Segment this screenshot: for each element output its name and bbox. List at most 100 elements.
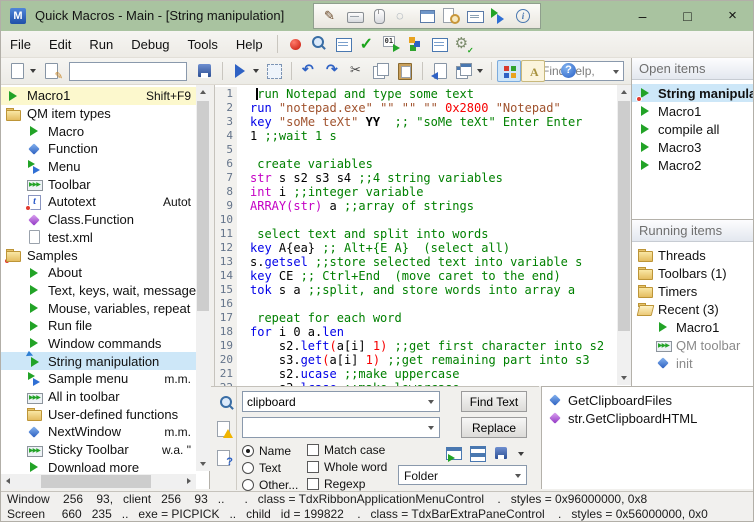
info-icon[interactable]: [511, 6, 535, 26]
properties-button[interactable]: [39, 60, 63, 82]
tree-item[interactable]: All in toolbar: [1, 388, 196, 406]
tree-item[interactable]: About: [1, 264, 196, 282]
scroll-up-icon[interactable]: [196, 85, 210, 99]
replace-button[interactable]: Replace: [461, 417, 527, 438]
radio-text[interactable]: Text: [242, 460, 281, 475]
options-icon[interactable]: [451, 33, 475, 55]
running-item[interactable]: Timers: [632, 282, 701, 300]
check-syntax-icon[interactable]: [355, 33, 379, 55]
menu-tools[interactable]: Tools: [179, 33, 227, 56]
scroll-down-icon[interactable]: [617, 371, 631, 385]
search-combo[interactable]: [242, 391, 440, 412]
folder-combo[interactable]: Folder: [398, 465, 527, 485]
dialogs-icon[interactable]: [331, 33, 355, 55]
toggle-icons-button[interactable]: [497, 60, 521, 82]
search-icon[interactable]: [215, 393, 233, 411]
windows-dropdown-icon[interactable]: [476, 60, 486, 82]
more-options-dropdown-icon[interactable]: [517, 443, 527, 465]
editor-line[interactable]: 7str s s2 s3 s4 ;;4 string variables: [215, 171, 615, 185]
output-icon[interactable]: [463, 6, 487, 26]
tree-item[interactable]: QM item types: [1, 105, 196, 123]
editor-vscroll-thumb[interactable]: [618, 101, 630, 331]
result-item[interactable]: GetClipboardFiles: [542, 391, 676, 409]
scroll-down-icon[interactable]: [196, 457, 210, 471]
editor-line[interactable]: 9ARRAY(str) a ;;array of strings: [215, 199, 615, 213]
editor-line[interactable]: 5: [215, 143, 615, 157]
tree-item[interactable]: Function: [1, 140, 196, 158]
split-results-icon[interactable]: [468, 445, 489, 462]
scroll-up-icon[interactable]: [617, 85, 631, 99]
tree-item[interactable]: Macro1Shift+F9: [1, 87, 196, 105]
open-in-window-icon[interactable]: [444, 445, 465, 462]
busy-icon[interactable]: [391, 6, 415, 26]
debug-icon[interactable]: [379, 33, 403, 55]
editor-line[interactable]: 8int i ;;integer variable: [215, 185, 615, 199]
running-item[interactable]: Toolbars (1): [632, 264, 731, 282]
tree-item[interactable]: Menu: [1, 158, 196, 176]
tree-item[interactable]: Download more: [1, 458, 196, 474]
result-item[interactable]: str.GetClipboardHTML: [542, 409, 701, 427]
cut-button[interactable]: [345, 60, 369, 82]
editor-line[interactable]: 15tok s a ;;split, and store words into …: [215, 283, 615, 297]
mouse-icon[interactable]: [367, 6, 391, 26]
editor-line[interactable]: 11 select text and split into words: [215, 227, 615, 241]
open-item[interactable]: Macro3: [632, 138, 705, 156]
new-file-button[interactable]: [5, 60, 29, 82]
titlebar[interactable]: M Quick Macros - Main - [String manipula…: [1, 1, 754, 31]
save-search-icon[interactable]: [492, 445, 513, 462]
scroll-left-icon[interactable]: [1, 474, 15, 488]
find-help-combo[interactable]: Find help,: [536, 61, 624, 81]
save-button[interactable]: [193, 60, 217, 82]
tree-item[interactable]: Samples: [1, 246, 196, 264]
scroll-right-icon[interactable]: [182, 474, 196, 488]
editor-line[interactable]: 20 s3.get(a[i] 1) ;;get remaining part i…: [215, 353, 615, 367]
find-errors-icon[interactable]: [215, 420, 233, 438]
tree-item[interactable]: Sample menum.m.: [1, 370, 196, 388]
editor-line[interactable]: 21 s2.ucase ;;make uppercase: [215, 367, 615, 381]
help-button[interactable]: [556, 60, 580, 82]
undo-button[interactable]: [297, 60, 321, 82]
running-item[interactable]: init: [650, 354, 697, 372]
tree-item[interactable]: Macro: [1, 122, 196, 140]
tree-item[interactable]: Toolbar: [1, 175, 196, 193]
code-editor[interactable]: 1 run Notepad and type some text2run "no…: [214, 85, 631, 386]
editor-line[interactable]: 1 run Notepad and type some text: [215, 87, 615, 101]
open-item[interactable]: Macro2: [632, 156, 705, 174]
icons-icon[interactable]: [403, 33, 427, 55]
run-button[interactable]: [228, 60, 252, 82]
editor-line[interactable]: 3key "soMe teXt" YY ;; "soMe teXt" Enter…: [215, 115, 615, 129]
new-file-dropdown-icon[interactable]: [29, 60, 39, 82]
running-item[interactable]: Recent (3): [632, 300, 723, 318]
checkbox-wholeword[interactable]: Whole word: [307, 459, 387, 474]
editor-line[interactable]: 17 repeat for each word: [215, 311, 615, 325]
tree-item[interactable]: AutotextAutot: [1, 193, 196, 211]
windows-cascade-button[interactable]: [452, 60, 476, 82]
open-item[interactable]: Macro1: [632, 102, 705, 120]
editor-line[interactable]: 2run "notepad.exe" "" "" "" 0x2800 "Note…: [215, 101, 615, 115]
tree-item[interactable]: Text, keys, wait, messages: [1, 282, 196, 300]
keyboard-icon[interactable]: [343, 6, 367, 26]
tree-hscrollbar[interactable]: [1, 474, 196, 489]
tree-item[interactable]: String manipulation: [1, 352, 196, 370]
close-button[interactable]: ×: [710, 1, 754, 31]
editor-line[interactable]: 13s.getsel ;;store selected text into va…: [215, 255, 615, 269]
running-item[interactable]: Threads: [632, 246, 710, 264]
running-item[interactable]: Macro1: [650, 318, 723, 336]
tree-item[interactable]: Mouse, variables, repeat: [1, 299, 196, 317]
editor-line[interactable]: 19 s2.left(a[i] 1) ;;get first character…: [215, 339, 615, 353]
editor-line[interactable]: 10: [215, 213, 615, 227]
quick-search-input[interactable]: [69, 62, 187, 81]
maximize-button[interactable]: □: [665, 1, 710, 31]
tree-item[interactable]: test.xml: [1, 229, 196, 247]
menu-file[interactable]: File: [1, 33, 40, 56]
sign-icon[interactable]: [319, 6, 343, 26]
checkbox-regexp[interactable]: Regexp: [307, 476, 365, 491]
replace-input[interactable]: [243, 418, 439, 437]
editor-line[interactable]: 6 create variables: [215, 157, 615, 171]
find-accessible-icon[interactable]: [439, 6, 463, 26]
window-icon[interactable]: [415, 6, 439, 26]
menu-debug[interactable]: Debug: [122, 33, 178, 56]
tree-hscroll-thumb[interactable]: [41, 475, 151, 488]
fields-icon[interactable]: [427, 33, 451, 55]
menu-edit[interactable]: Edit: [40, 33, 80, 56]
